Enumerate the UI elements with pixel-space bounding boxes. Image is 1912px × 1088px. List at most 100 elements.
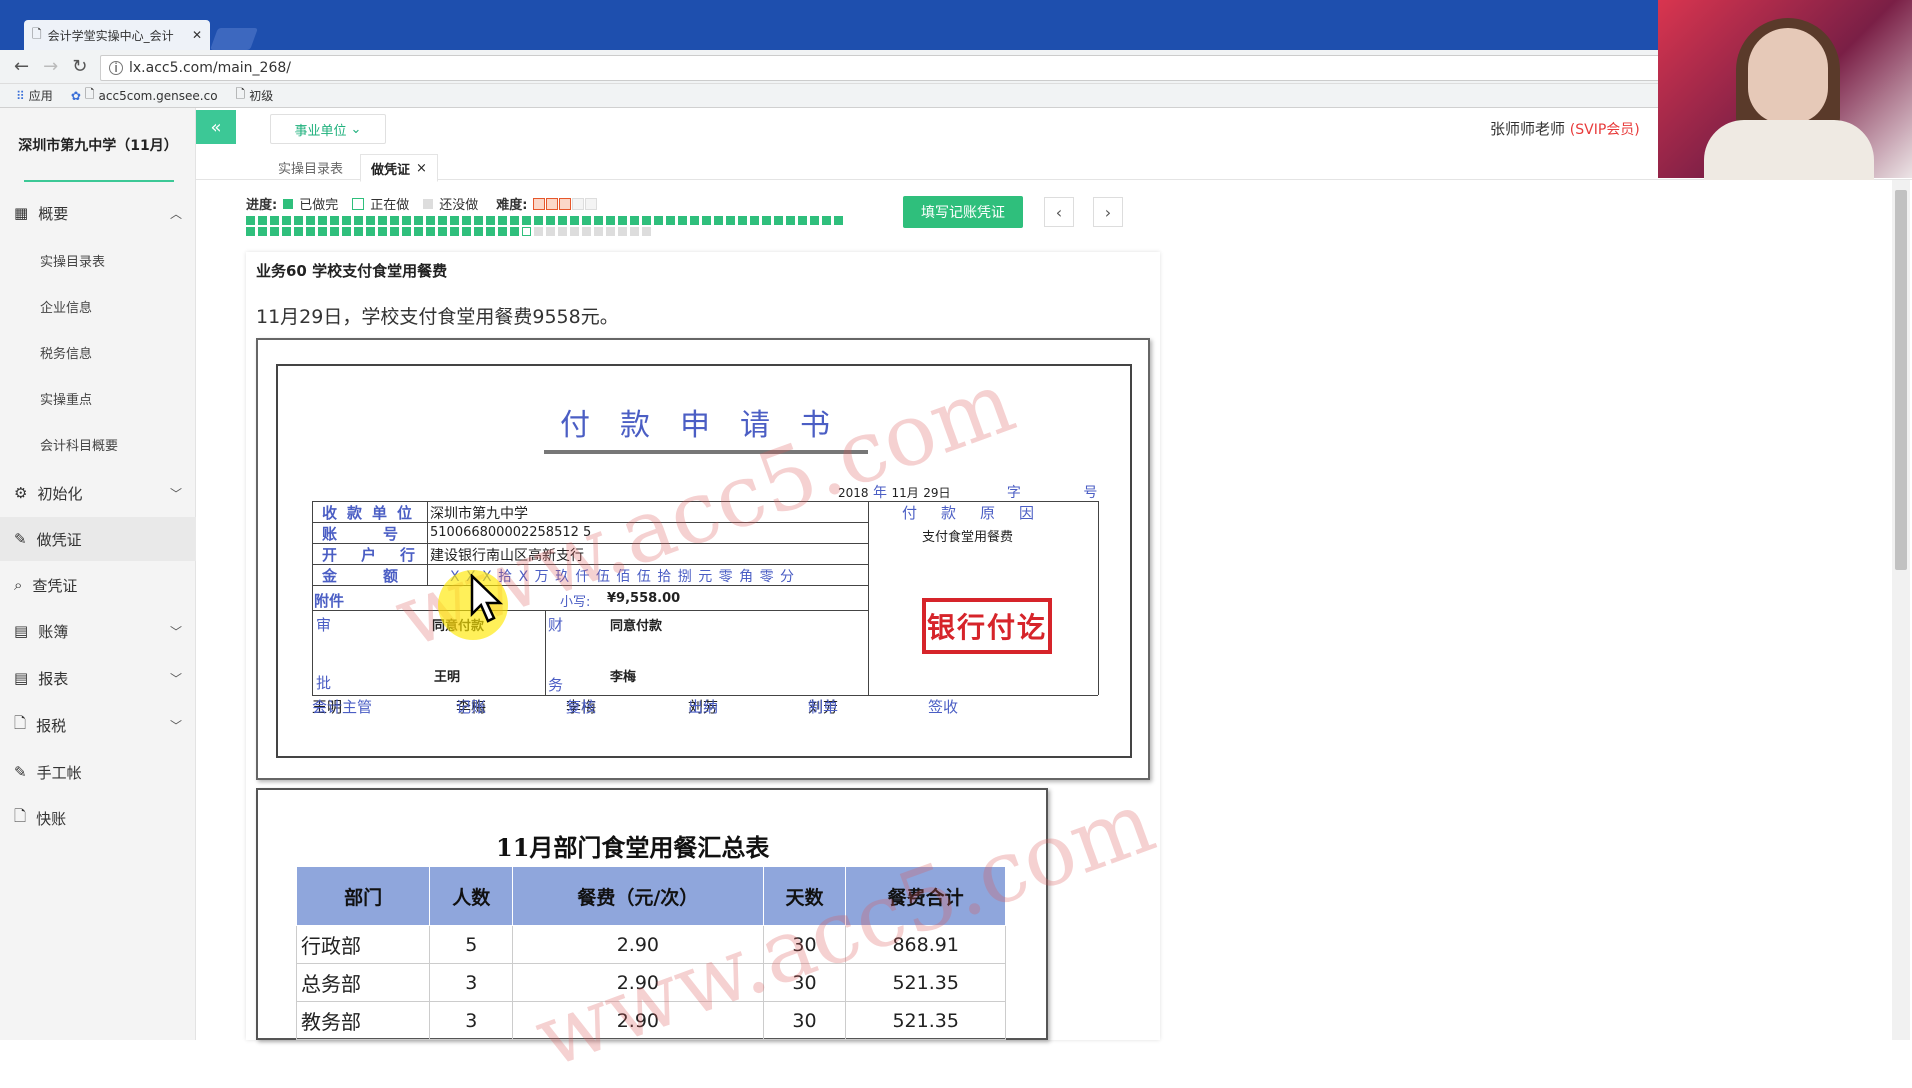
progress-cell[interactable]	[726, 216, 735, 225]
bookmark-apps[interactable]: ⠿ 应用	[16, 87, 53, 104]
progress-cell[interactable]	[474, 216, 483, 225]
progress-cell[interactable]	[510, 216, 519, 225]
progress-cell[interactable]	[402, 216, 411, 225]
sidebar-item-quick-ledger[interactable]: 🗋 快账	[0, 796, 196, 840]
progress-cell[interactable]	[762, 216, 771, 225]
unit-type-dropdown[interactable]: 事业单位 ⌄	[270, 114, 386, 144]
browser-tab[interactable]: 🗋 会计学堂实操中心_会计 ✕	[24, 20, 210, 50]
progress-cell[interactable]	[606, 227, 615, 236]
progress-cell[interactable]	[774, 216, 783, 225]
progress-cell[interactable]	[270, 227, 279, 236]
progress-cell[interactable]	[594, 227, 603, 236]
reload-icon[interactable]: ↻	[72, 56, 87, 77]
progress-cell[interactable]	[366, 227, 375, 236]
progress-cell[interactable]	[426, 216, 435, 225]
progress-cell[interactable]	[270, 216, 279, 225]
sidebar-item-overview[interactable]: ▦ 概要 ︿	[0, 191, 196, 235]
sidebar-item-manual-ledger[interactable]: ✎ 手工帐	[0, 750, 196, 794]
progress-cell[interactable]	[714, 216, 723, 225]
progress-cell[interactable]	[558, 227, 567, 236]
progress-cell[interactable]	[390, 216, 399, 225]
progress-cell[interactable]	[390, 227, 399, 236]
collapse-sidebar-button[interactable]: «	[196, 110, 236, 144]
progress-cell[interactable]	[318, 227, 327, 236]
sidebar-item-report[interactable]: ▤ 报表 ﹀	[0, 656, 196, 700]
url-input[interactable]: i lx.acc5.com/main_268/	[100, 55, 1660, 81]
progress-cell[interactable]	[306, 216, 315, 225]
progress-cell[interactable]	[642, 216, 651, 225]
fill-voucher-button[interactable]: 填写记账凭证	[903, 196, 1023, 228]
progress-cell[interactable]	[282, 227, 291, 236]
sidebar-item-ledger[interactable]: ▤ 账簿 ﹀	[0, 609, 196, 653]
progress-cell[interactable]	[342, 216, 351, 225]
progress-cell[interactable]	[630, 216, 639, 225]
progress-cell[interactable]	[546, 227, 555, 236]
user-info[interactable]: 张师师老师 (SVIP会员)	[1490, 118, 1640, 139]
bookmark-gensee[interactable]: ✿ 🗋 acc5com.gensee.co	[71, 85, 218, 106]
progress-cell[interactable]	[474, 227, 483, 236]
progress-cell[interactable]	[594, 216, 603, 225]
progress-cell[interactable]	[570, 227, 579, 236]
progress-cell[interactable]	[246, 216, 255, 225]
progress-cell[interactable]	[306, 227, 315, 236]
forward-icon[interactable]: →	[43, 56, 58, 77]
progress-cell[interactable]	[666, 216, 675, 225]
progress-cell[interactable]	[642, 227, 651, 236]
progress-cell[interactable]	[606, 216, 615, 225]
progress-cell[interactable]	[534, 216, 543, 225]
progress-cell[interactable]	[510, 227, 519, 236]
progress-cell[interactable]	[582, 216, 591, 225]
progress-cell[interactable]	[318, 216, 327, 225]
progress-cell[interactable]	[354, 227, 363, 236]
progress-cell[interactable]	[294, 216, 303, 225]
progress-cell[interactable]	[822, 216, 831, 225]
progress-cell[interactable]	[678, 216, 687, 225]
progress-cell[interactable]	[486, 227, 495, 236]
sidebar-subitem[interactable]: 会计科目概要	[0, 421, 196, 467]
progress-cell[interactable]	[462, 216, 471, 225]
progress-cell[interactable]	[522, 216, 531, 225]
progress-cell[interactable]	[354, 216, 363, 225]
progress-cell[interactable]	[618, 216, 627, 225]
sidebar-item-make-voucher[interactable]: ✎ 做凭证	[0, 517, 196, 561]
progress-cell[interactable]	[438, 216, 447, 225]
progress-cell[interactable]	[546, 216, 555, 225]
progress-cell[interactable]	[330, 216, 339, 225]
progress-cell[interactable]	[498, 216, 507, 225]
progress-cell[interactable]	[426, 227, 435, 236]
progress-cell[interactable]	[450, 216, 459, 225]
progress-cell[interactable]	[534, 227, 543, 236]
new-tab-button[interactable]	[209, 28, 259, 50]
progress-cell[interactable]	[522, 227, 531, 236]
close-tab-icon[interactable]: ✕	[192, 28, 202, 42]
sidebar-subitem[interactable]: 实操重点	[0, 375, 196, 421]
bookmark-chuji[interactable]: 🗋 初级	[236, 85, 274, 106]
sidebar-item-init[interactable]: ⚙ 初始化 ﹀	[0, 471, 196, 515]
progress-cell[interactable]	[450, 227, 459, 236]
progress-cell[interactable]	[630, 227, 639, 236]
progress-cell[interactable]	[438, 227, 447, 236]
tab-practice-catalog[interactable]: 实操目录表	[268, 154, 353, 180]
sidebar-subitem[interactable]: 税务信息	[0, 329, 196, 375]
progress-cell[interactable]	[570, 216, 579, 225]
scrollbar-thumb[interactable]	[1895, 190, 1907, 570]
progress-cell[interactable]	[342, 227, 351, 236]
progress-cell[interactable]	[702, 216, 711, 225]
sidebar-subitem[interactable]: 实操目录表	[0, 237, 196, 283]
prev-button[interactable]: ‹	[1044, 197, 1074, 227]
sidebar-subitem[interactable]: 企业信息	[0, 283, 196, 329]
progress-cell[interactable]	[558, 216, 567, 225]
close-icon[interactable]: ×	[416, 161, 427, 176]
progress-cell[interactable]	[798, 216, 807, 225]
next-button[interactable]: ›	[1093, 197, 1123, 227]
progress-cell[interactable]	[486, 216, 495, 225]
progress-cell[interactable]	[738, 216, 747, 225]
progress-cell[interactable]	[378, 227, 387, 236]
progress-cell[interactable]	[462, 227, 471, 236]
progress-cell[interactable]	[378, 216, 387, 225]
progress-cell[interactable]	[582, 227, 591, 236]
progress-cell[interactable]	[402, 227, 411, 236]
progress-cell[interactable]	[366, 216, 375, 225]
progress-cell[interactable]	[414, 216, 423, 225]
progress-cell[interactable]	[258, 216, 267, 225]
